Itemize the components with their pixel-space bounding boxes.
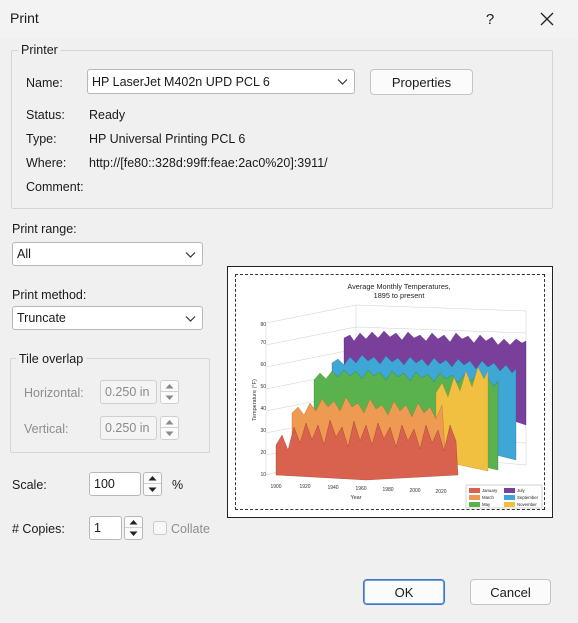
- legend-september: September: [517, 495, 539, 500]
- page-boundary: Average Monthly Temperatures, 1895 to pr…: [235, 274, 545, 510]
- y-tick: 60: [260, 362, 266, 368]
- x-tick: 2020: [435, 489, 446, 495]
- scale-label: Scale:: [12, 478, 47, 492]
- preview-chart: Average Monthly Temperatures, 1895 to pr…: [252, 282, 543, 509]
- close-icon: [540, 12, 554, 26]
- ok-button[interactable]: OK: [363, 579, 445, 605]
- chart-title-line2: 1895 to present: [374, 291, 425, 300]
- cancel-button[interactable]: Cancel: [470, 579, 551, 605]
- print-range-label: Print range:: [12, 222, 77, 236]
- help-icon: ?: [485, 10, 495, 28]
- x-tick: 1900: [270, 484, 281, 490]
- copies-label: # Copies:: [12, 522, 65, 536]
- ok-button-label: OK: [394, 584, 414, 600]
- where-label: Where:: [26, 156, 67, 170]
- type-value: HP Universal Printing PCL 6: [89, 132, 246, 146]
- spin-down-icon[interactable]: [125, 528, 142, 539]
- x-tick: 1980: [382, 487, 393, 493]
- printer-name-value: HP LaserJet M402n UPD PCL 6: [92, 74, 270, 89]
- scale-input[interactable]: 100: [89, 472, 141, 496]
- where-value: http://[fe80::328d:99ff:feae:2ac0%20]:39…: [89, 156, 328, 170]
- legend-july: July: [517, 488, 525, 493]
- chevron-down-icon: [337, 79, 348, 85]
- status-label: Status:: [26, 108, 65, 122]
- copies-input[interactable]: 1: [89, 516, 122, 540]
- printer-group-label: Printer: [18, 43, 61, 57]
- chevron-down-icon: [185, 316, 196, 322]
- help-button[interactable]: ?: [468, 2, 512, 36]
- chart-ylabel: Temperature (°F): [252, 379, 258, 421]
- tile-overlap-group-label: Tile overlap: [16, 352, 87, 366]
- horizontal-overlap-value: 0.250 in: [105, 385, 150, 399]
- collate-checkbox[interactable]: [153, 521, 167, 535]
- y-tick: 70: [260, 340, 266, 346]
- print-method-value: Truncate: [17, 311, 66, 325]
- y-tick: 80: [260, 322, 266, 328]
- print-method-label: Print method:: [12, 288, 87, 302]
- legend-may: May: [482, 502, 491, 507]
- print-preview: Average Monthly Temperatures, 1895 to pr…: [227, 266, 553, 518]
- scale-value: 100: [94, 477, 115, 491]
- legend-march: March: [482, 495, 495, 500]
- window-title: Print: [10, 10, 39, 26]
- comment-label: Comment:: [26, 180, 84, 194]
- x-tick: 1920: [299, 484, 310, 490]
- scale-spinner[interactable]: [143, 472, 162, 496]
- properties-button-label: Properties: [391, 74, 452, 90]
- y-tick: 30: [260, 428, 266, 434]
- status-value: Ready: [89, 108, 126, 122]
- copies-value: 1: [94, 521, 101, 535]
- horizontal-overlap-input[interactable]: 0.250 in: [100, 380, 157, 404]
- horizontal-overlap-spinner[interactable]: [160, 380, 179, 404]
- printer-name-label: Name:: [26, 76, 63, 90]
- spin-down-icon[interactable]: [161, 392, 178, 403]
- y-tick: 50: [260, 384, 266, 390]
- x-tick: 1960: [355, 486, 366, 492]
- legend-november: November: [517, 502, 537, 507]
- chart-legend: January July March September May Novembe…: [465, 484, 543, 509]
- print-dialog: Print ? Printer Name: HP LaserJet M402n …: [0, 0, 578, 623]
- print-range-value: All: [17, 247, 31, 261]
- close-button[interactable]: [522, 2, 572, 36]
- spin-up-icon[interactable]: [161, 417, 178, 428]
- x-axis-ticks: 1900 1920 1940 1960 1980 2000 2020: [270, 484, 446, 495]
- vertical-overlap-value: 0.250 in: [105, 421, 150, 435]
- print-method-select[interactable]: Truncate: [12, 306, 203, 330]
- y-tick: 10: [260, 472, 266, 478]
- printer-name-select[interactable]: HP LaserJet M402n UPD PCL 6: [87, 69, 355, 94]
- vertical-overlap-input[interactable]: 0.250 in: [100, 416, 157, 440]
- spin-up-icon[interactable]: [125, 517, 142, 528]
- scale-unit: %: [172, 478, 184, 492]
- y-tick: 20: [260, 450, 266, 456]
- y-tick: 40: [260, 406, 266, 412]
- x-tick: 1940: [327, 485, 338, 491]
- spin-down-icon[interactable]: [144, 484, 161, 495]
- x-tick: 2000: [409, 488, 420, 494]
- y-axis-ticks: 10 20 30 40 50 60 70 80: [260, 322, 266, 478]
- horizontal-label: Horizontal:: [24, 386, 84, 400]
- properties-button[interactable]: Properties: [370, 69, 473, 95]
- vertical-label: Vertical:: [24, 422, 69, 436]
- title-bar: Print ?: [0, 0, 578, 38]
- chart-title-line1: Average Monthly Temperatures,: [347, 282, 450, 291]
- spin-up-icon[interactable]: [144, 473, 161, 484]
- chevron-down-icon: [185, 252, 196, 258]
- spin-up-icon[interactable]: [161, 381, 178, 392]
- copies-spinner[interactable]: [124, 516, 143, 540]
- chart-xlabel: Year: [350, 495, 361, 501]
- vertical-overlap-spinner[interactable]: [160, 416, 179, 440]
- cancel-button-label: Cancel: [490, 584, 531, 600]
- print-range-select[interactable]: All: [12, 242, 203, 266]
- type-label: Type:: [26, 132, 57, 146]
- legend-january: January: [482, 488, 498, 493]
- collate-label: Collate: [171, 522, 210, 536]
- spin-down-icon[interactable]: [161, 428, 178, 439]
